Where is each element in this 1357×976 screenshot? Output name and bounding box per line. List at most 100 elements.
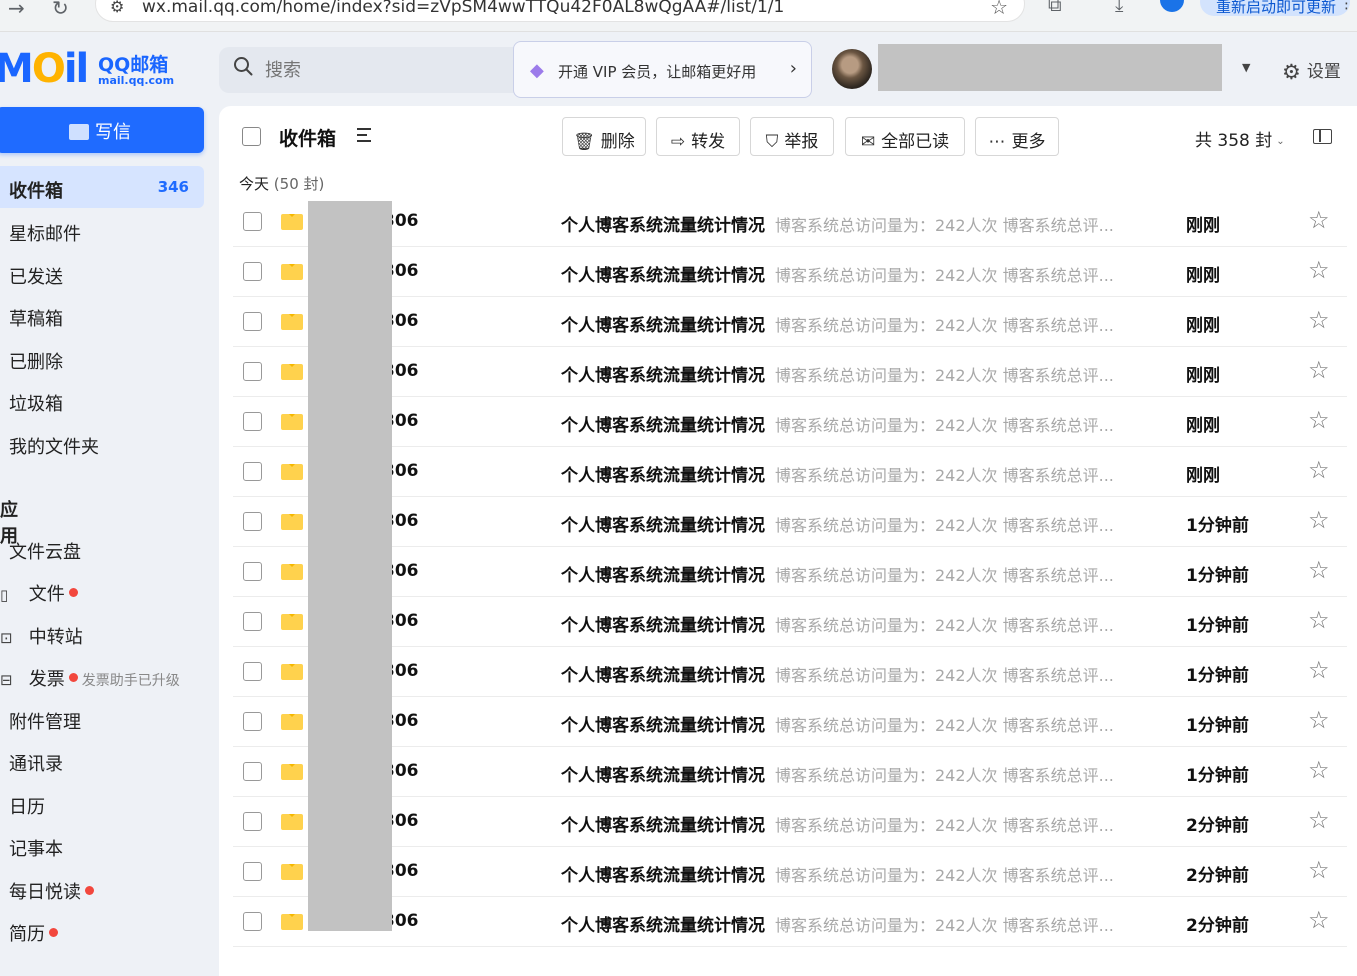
mail-row[interactable]: 306 个人博客系统流量统计情况 博客系统总访问量为：242人次 博客系统总评...… <box>233 347 1347 397</box>
sidebar-item-invoice[interactable]: ⊟ 发票 发票助手已升级 <box>0 654 204 696</box>
mail-row[interactable]: 306 个人博客系统流量统计情况 博客系统总访问量为：242人次 博客系统总评...… <box>233 597 1347 647</box>
mail-row[interactable]: 306 个人博客系统流量统计情况 博客系统总访问量为：242人次 博客系统总评...… <box>233 397 1347 447</box>
restart-update-button[interactable]: 重新启动即可更新 ⋮ <box>1200 0 1354 16</box>
logo[interactable]: MOil QQ邮箱 mail.qq.com <box>0 46 200 92</box>
mail-time: 1分钟前 <box>1186 716 1249 736</box>
reload-icon[interactable]: ↻ <box>52 0 69 20</box>
row-checkbox[interactable] <box>243 462 262 481</box>
mail-row[interactable]: 306 个人博客系统流量统计情况 博客系统总访问量为：242人次 博客系统总评...… <box>233 297 1347 347</box>
more-button[interactable]: ⋯ 更多 <box>975 117 1059 156</box>
star-icon[interactable]: ☆ <box>1308 806 1330 834</box>
mail-row[interactable]: 306 个人博客系统流量统计情况 博客系统总访问量为：242人次 博客系统总评...… <box>233 197 1347 247</box>
sidebar-item-daily-reading[interactable]: 每日悦读 <box>0 867 204 909</box>
forward-icon: ⇨ <box>670 132 686 152</box>
site-info-icon[interactable]: ⚙ <box>110 0 124 16</box>
row-checkbox[interactable] <box>243 512 262 531</box>
sidebar-item-files[interactable]: ▯ 文件 <box>0 569 204 611</box>
sidebar-item-deleted[interactable]: 已删除 <box>0 337 204 379</box>
report-button[interactable]: ⛉ 举报 <box>750 117 834 156</box>
star-icon[interactable]: ☆ <box>1308 456 1330 484</box>
row-checkbox[interactable] <box>243 912 262 931</box>
star-icon[interactable]: ☆ <box>1308 856 1330 884</box>
row-checkbox[interactable] <box>243 762 262 781</box>
avatar[interactable] <box>832 49 872 89</box>
sidebar-item-contacts[interactable]: 通讯录 <box>0 739 204 781</box>
address-bar[interactable]: ⚙ wx.mail.qq.com/home/index?sid=zVpSM4ww… <box>95 0 1025 22</box>
unread-envelope-icon <box>281 664 303 680</box>
mail-row[interactable]: 306 个人博客系统流量统计情况 博客系统总访问量为：242人次 博客系统总评...… <box>233 747 1347 797</box>
open-envelope-icon: ✉ <box>860 132 876 152</box>
profile-avatar-icon[interactable] <box>1160 0 1184 12</box>
sidebar-item-notes[interactable]: 记事本 <box>0 824 204 866</box>
row-checkbox[interactable] <box>243 262 262 281</box>
mail-row[interactable]: 306 个人博客系统流量统计情况 博客系统总访问量为：242人次 博客系统总评...… <box>233 247 1347 297</box>
mail-preview: 博客系统总访问量为：242人次 博客系统总评... <box>775 416 1114 435</box>
search-box[interactable] <box>219 47 519 93</box>
row-checkbox[interactable] <box>243 362 262 381</box>
extensions-icon[interactable]: ⧉ <box>1048 0 1062 16</box>
compose-label: 写信 <box>95 122 131 143</box>
star-icon[interactable]: ☆ <box>1308 606 1330 634</box>
star-icon[interactable]: ☆ <box>1308 206 1330 234</box>
mail-row[interactable]: 306 个人博客系统流量统计情况 博客系统总访问量为：242人次 博客系统总评...… <box>233 497 1347 547</box>
sidebar-item-my-folders[interactable]: 我的文件夹 <box>0 422 204 464</box>
star-icon[interactable]: ☆ <box>1308 906 1330 934</box>
star-icon[interactable]: ☆ <box>1308 656 1330 684</box>
mail-row[interactable]: 306 个人博客系统流量统计情况 博客系统总访问量为：242人次 博客系统总评...… <box>233 847 1347 897</box>
forward-label: 转发 <box>691 132 726 152</box>
sidebar-item-attachments[interactable]: 附件管理 <box>0 697 204 739</box>
mark-all-read-button[interactable]: ✉ 全部已读 <box>845 117 965 156</box>
redacted-sender-column <box>308 201 392 931</box>
sidebar-item-sent[interactable]: 已发送 <box>0 252 204 294</box>
mail-preview: 博客系统总访问量为：242人次 博客系统总评... <box>775 316 1114 335</box>
star-icon[interactable]: ☆ <box>1308 406 1330 434</box>
forward-button[interactable]: ⇨ 转发 <box>656 117 740 156</box>
reading-pane-layout-icon[interactable] <box>1313 129 1332 144</box>
star-icon[interactable]: ☆ <box>1308 756 1330 784</box>
row-checkbox[interactable] <box>243 312 262 331</box>
row-checkbox[interactable] <box>243 712 262 731</box>
compose-button[interactable]: 写信 <box>0 107 204 153</box>
sidebar-item-cloud-drive[interactable]: 文件云盘 <box>0 527 204 569</box>
sidebar-item-spam[interactable]: 垃圾箱 <box>0 379 204 421</box>
mail-list: 306 个人博客系统流量统计情况 博客系统总访问量为：242人次 博客系统总评...… <box>233 197 1347 947</box>
filter-menu-icon[interactable] <box>357 128 371 146</box>
sidebar-item-resume[interactable]: 简历 <box>0 909 204 951</box>
settings-button[interactable]: ⚙ 设置 <box>1282 57 1341 84</box>
row-checkbox[interactable] <box>243 662 262 681</box>
sidebar-item-drafts[interactable]: 草稿箱 <box>0 294 204 336</box>
star-icon[interactable]: ☆ <box>1308 506 1330 534</box>
star-icon[interactable]: ☆ <box>1308 356 1330 384</box>
row-checkbox[interactable] <box>243 562 262 581</box>
mail-row[interactable]: 306 个人博客系统流量统计情况 博客系统总访问量为：242人次 博客系统总评...… <box>233 897 1347 947</box>
row-checkbox[interactable] <box>243 812 262 831</box>
sidebar-item-inbox[interactable]: 收件箱 346 <box>0 166 204 208</box>
star-icon[interactable]: ☆ <box>1308 706 1330 734</box>
download-icon[interactable]: ⤓ <box>1115 0 1123 16</box>
delete-button[interactable]: 🗑 删除 <box>562 117 646 156</box>
mail-row[interactable]: 306 个人博客系统流量统计情况 博客系统总访问量为：242人次 博客系统总评...… <box>233 547 1347 597</box>
sidebar-item-calendar[interactable]: 日历 <box>0 782 204 824</box>
search-input[interactable] <box>265 57 505 83</box>
mail-row[interactable]: 306 个人博客系统流量统计情况 博客系统总访问量为：242人次 博客系统总评...… <box>233 447 1347 497</box>
sidebar-item-starred[interactable]: 星标邮件 <box>0 209 204 251</box>
mail-row[interactable]: 306 个人博客系统流量统计情况 博客系统总访问量为：242人次 博客系统总评...… <box>233 647 1347 697</box>
star-icon[interactable]: ☆ <box>1308 306 1330 334</box>
star-icon[interactable]: ☆ <box>1308 556 1330 584</box>
redacted-account-name <box>878 44 1222 91</box>
row-checkbox[interactable] <box>243 212 262 231</box>
row-checkbox[interactable] <box>243 612 262 631</box>
vip-promo-banner[interactable]: ◆ 开通 VIP 会员，让邮箱更好用 › <box>513 41 812 98</box>
select-all-checkbox[interactable] <box>242 127 261 146</box>
row-checkbox[interactable] <box>243 412 262 431</box>
browser-menu-icon[interactable]: ⋮ <box>1339 0 1354 12</box>
mail-row[interactable]: 306 个人博客系统流量统计情况 博客系统总访问量为：242人次 博客系统总评...… <box>233 797 1347 847</box>
mail-row[interactable]: 306 个人博客系统流量统计情况 博客系统总访问量为：242人次 博客系统总评...… <box>233 697 1347 747</box>
back-icon[interactable]: → <box>8 0 25 20</box>
row-checkbox[interactable] <box>243 862 262 881</box>
star-icon[interactable]: ☆ <box>1308 256 1330 284</box>
bookmark-star-icon[interactable]: ☆ <box>990 0 1008 19</box>
sidebar-item-transfer[interactable]: ⊡ 中转站 <box>0 612 204 654</box>
total-count-dropdown[interactable]: 共 358 封 ⌄ <box>1195 126 1285 151</box>
account-dropdown-icon[interactable]: ▼ <box>1242 61 1250 74</box>
